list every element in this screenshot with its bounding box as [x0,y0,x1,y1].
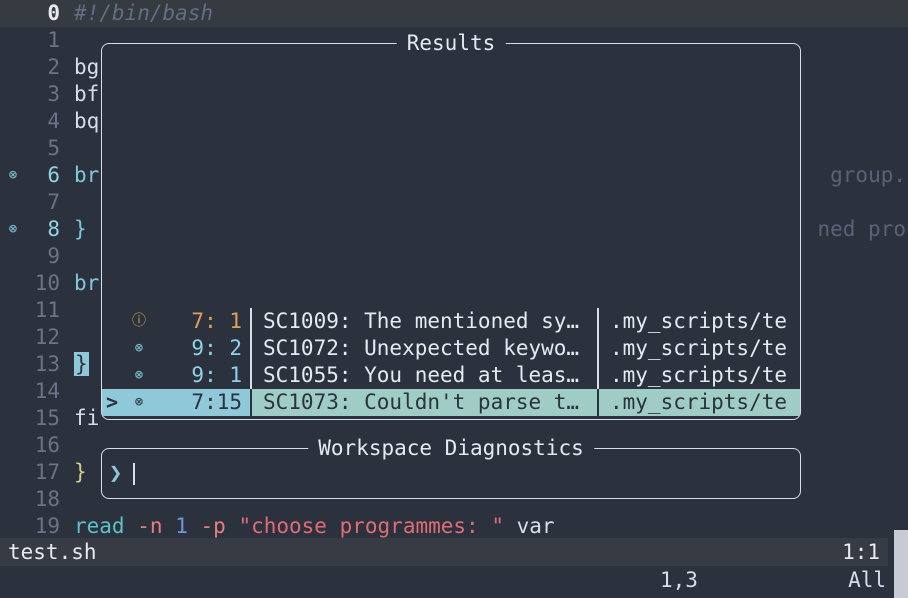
diagnostic-position: 7: 1 [191,309,242,333]
gutter-error-icon: ⊗ [8,167,18,183]
statusline: test.sh 1:1 [0,538,888,566]
row-selected-marker-icon: > [102,335,124,362]
code-token: } [74,217,87,241]
diagnostic-message: SC1073: Couldn't parse t… [252,389,597,416]
code-token: read [74,514,125,538]
line-text: } [60,216,87,243]
code-line[interactable]: 0 #!/bin/bash [0,0,908,27]
line-number: 11 [34,298,60,322]
line-text: fi [60,405,99,432]
line-text: } [60,459,87,486]
diagnostic-filepath: .my_scripts/te [610,363,788,387]
gutter-error-icon: ⊗ [8,221,18,237]
row-selected-marker-icon: > [102,362,124,389]
code-token: bf [74,82,100,106]
results-panel: Results > ⓘ 7: 1 SC1009: The mentioned sy….… [101,30,801,420]
code-token: "choose programmes: " [238,514,504,538]
inline-diagnostic-text: group. [830,163,906,187]
code-token: 1 [175,514,188,538]
line-number: 10 [34,271,60,295]
diagnostic-message: SC1072: Unexpected keywo… [263,336,580,360]
severity-warning-icon: ⓘ [132,313,146,329]
line-number: 2 [47,55,60,79]
diagnostic-row[interactable]: > ⊗ 9: 1 SC1055: You need at leas… .my_scrip… [102,362,800,389]
diagnostic-filepath: .my_scripts/te [599,389,800,416]
line-text: bg [60,54,99,81]
diagnostic-filepath: .my_scripts/te [610,309,788,333]
code-token: fi [74,406,100,430]
code-token: br [74,163,100,187]
diagnostic-row[interactable]: > ⊗ 9: 2 SC1072: Unexpected keywo… .my_scrip… [102,335,800,362]
line-number: 5 [47,136,60,160]
line-number: 15 [34,406,60,430]
diagnostic-message: SC1055: You need at leas… [263,363,580,387]
code-token: bg [74,55,100,79]
line-number: 3 [47,82,60,106]
code-token: -n [137,514,163,538]
statusline-filename: test.sh [8,540,97,564]
code-token: #!/bin/bash [74,1,214,25]
line-number: 19 [34,514,60,538]
workspace-diagnostics-input[interactable]: ❯ [102,449,800,498]
line-number: 17 [34,460,60,484]
workspace-diagnostics-panel: Workspace Diagnostics ❯ [101,435,801,499]
severity-error-icon: ⊗ [134,340,144,356]
text-cursor [133,462,136,485]
diagnostic-position: 9: 2 [191,336,242,360]
line-number: 0 [47,1,60,25]
line-number: 18 [34,487,60,511]
code-token: -p [200,514,226,538]
severity-error-icon: ⊗ [124,389,154,416]
diagnostic-row[interactable]: > ⊗ 7:15 SC1073: Couldn't parse t… .my_scrip… [102,389,800,416]
vertical-scrollbar[interactable] [894,530,908,598]
severity-error-icon: ⊗ [134,367,144,383]
results-panel-title: Results [396,30,506,57]
command-line[interactable]: 1,3 All [0,566,908,598]
neovim-window: 0 #!/bin/bash 1 2 bg 3 bf 4 bq 5 ⊗ 6 br group. 7 ⊗ 8} ned… [0,0,908,598]
line-text: bf [60,81,99,108]
line-number: 4 [47,109,60,133]
code-token: var [516,514,555,538]
diagnostics-list[interactable]: > ⓘ 7: 1 SC1009: The mentioned sy… .my_scrip… [102,308,800,416]
diagnostic-message: SC1009: The mentioned sy… [263,309,580,333]
line-text: br [60,270,99,297]
statusline-position: 1:1 [842,540,880,564]
line-text: #!/bin/bash [60,0,213,27]
line-text: br [60,162,99,189]
line-number: 1 [47,28,60,52]
diagnostic-row[interactable]: > ⓘ 7: 1 SC1009: The mentioned sy… .my_scrip… [102,308,800,335]
prompt-chevron-icon: ❯ [109,461,123,486]
code-token: } [74,352,89,376]
diagnostic-position: 7:15 [154,389,250,416]
code-token: bq [74,109,100,133]
line-text: bq [60,108,99,135]
code-token: br [74,271,100,295]
line-number: 13 [34,352,60,376]
code-token: } [74,460,87,484]
cursor-ruler: 1,3 [660,568,698,592]
line-number: 9 [47,244,60,268]
diagnostic-position: 9: 1 [191,363,242,387]
line-number: 7 [47,190,60,214]
line-number: 14 [34,379,60,403]
line-text: read -n 1 -p "choose programmes: " var [60,513,555,540]
line-number: 6 [47,163,60,187]
row-selected-marker-icon: > [102,308,124,335]
code-line[interactable]: 19 read -n 1 -p "choose programmes: " var [0,513,908,540]
diagnostic-filepath: .my_scripts/te [610,336,788,360]
line-number: 8 [47,217,60,241]
inline-diagnostic-text: ned pro [817,217,906,241]
scroll-percent: All [848,568,886,592]
row-selected-marker-icon: > [102,389,124,416]
line-number: 12 [34,325,60,349]
line-number: 16 [34,433,60,457]
line-text: } [60,351,89,378]
